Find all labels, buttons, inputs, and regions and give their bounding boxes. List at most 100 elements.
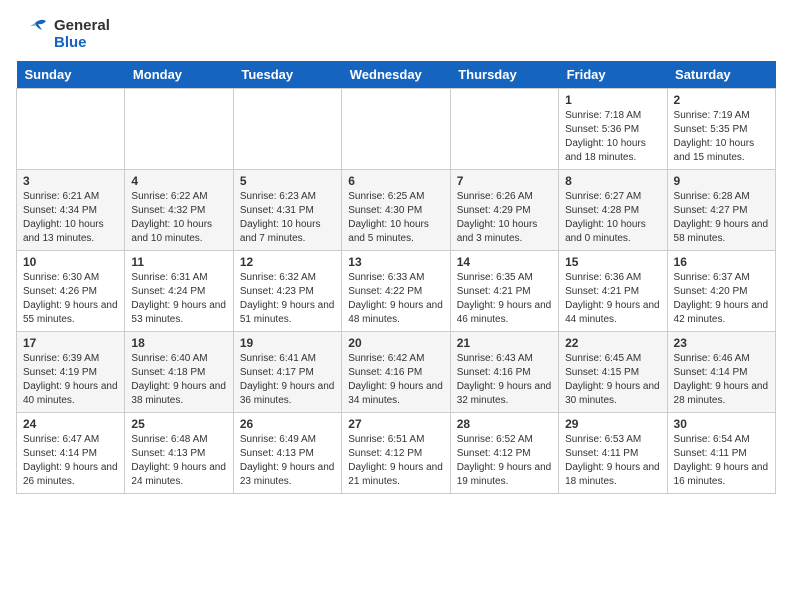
calendar-week-5: 24 Sunrise: 6:47 AM Sunset: 4:14 PM Dayli… (17, 413, 776, 494)
logo-container: General Blue (16, 16, 110, 53)
calendar-day-cell (17, 89, 125, 170)
day-info: Sunrise: 6:41 AM Sunset: 4:17 PM Dayligh… (240, 352, 335, 408)
weekday-header-friday: Friday (559, 61, 667, 89)
calendar-day-cell (125, 89, 233, 170)
day-info: Sunrise: 6:49 AM Sunset: 4:13 PM Dayligh… (240, 433, 335, 489)
day-number: 20 (348, 336, 443, 350)
day-info: Sunrise: 6:31 AM Sunset: 4:24 PM Dayligh… (131, 271, 226, 327)
calendar-day-cell (342, 89, 450, 170)
weekday-header-saturday: Saturday (667, 61, 775, 89)
day-number: 1 (565, 93, 660, 107)
calendar-day-cell: 19Sunrise: 6:41 AM Sunset: 4:17 PM Dayli… (233, 332, 341, 413)
day-number: 13 (348, 255, 443, 269)
calendar-day-cell: 25 Sunrise: 6:48 AM Sunset: 4:13 PM Dayli… (125, 413, 233, 494)
calendar-table: SundayMondayTuesdayWednesdayThursdayFrid… (16, 61, 776, 494)
day-info: Sunrise: 6:52 AM Sunset: 4:12 PM Dayligh… (457, 433, 552, 489)
day-info: Sunrise: 6:30 AM Sunset: 4:26 PM Dayligh… (23, 271, 118, 327)
logo-text-block: General Blue (54, 18, 110, 51)
day-number: 5 (240, 174, 335, 188)
day-info: Sunrise: 6:46 AM Sunset: 4:14 PM Dayligh… (674, 352, 769, 408)
logo-blue-text: Blue (54, 35, 110, 52)
calendar-week-3: 10 Sunrise: 6:30 AM Sunset: 4:26 PM Dayli… (17, 251, 776, 332)
calendar-day-cell: 26Sunrise: 6:49 AM Sunset: 4:13 PM Dayli… (233, 413, 341, 494)
logo-general-text: General (54, 18, 110, 35)
calendar-day-cell: 16 Sunrise: 6:37 AM Sunset: 4:20 PM Dayli… (667, 251, 775, 332)
day-number: 28 (457, 417, 552, 431)
day-number: 30 (674, 417, 769, 431)
page-header: General Blue (16, 16, 776, 53)
day-number: 12 (240, 255, 335, 269)
calendar-day-cell: 1Sunrise: 7:18 AM Sunset: 5:36 PM Daylig… (559, 89, 667, 170)
day-info: Sunrise: 6:21 AM Sunset: 4:34 PM Dayligh… (23, 190, 118, 246)
day-number: 8 (565, 174, 660, 188)
calendar-day-cell: 12 Sunrise: 6:32 AM Sunset: 4:23 PM Dayli… (233, 251, 341, 332)
calendar-day-cell: 17 Sunrise: 6:39 AM Sunset: 4:19 PM Dayli… (17, 332, 125, 413)
day-info: Sunrise: 6:51 AM Sunset: 4:12 PM Dayligh… (348, 433, 443, 489)
calendar-day-cell: 7 Sunrise: 6:26 AM Sunset: 4:29 PM Daylig… (450, 170, 558, 251)
day-info: Sunrise: 6:43 AM Sunset: 4:16 PM Dayligh… (457, 352, 552, 408)
day-number: 7 (457, 174, 552, 188)
day-number: 16 (674, 255, 769, 269)
day-number: 9 (674, 174, 769, 188)
day-info: Sunrise: 6:42 AM Sunset: 4:16 PM Dayligh… (348, 352, 443, 408)
calendar-day-cell: 5 Sunrise: 6:23 AM Sunset: 4:31 PM Daylig… (233, 170, 341, 251)
day-number: 23 (674, 336, 769, 350)
calendar-day-cell: 20 Sunrise: 6:42 AM Sunset: 4:16 PM Dayli… (342, 332, 450, 413)
day-info: Sunrise: 6:47 AM Sunset: 4:14 PM Dayligh… (23, 433, 118, 489)
day-number: 22 (565, 336, 660, 350)
calendar-day-cell: 18 Sunrise: 6:40 AM Sunset: 4:18 PM Dayli… (125, 332, 233, 413)
day-info: Sunrise: 6:48 AM Sunset: 4:13 PM Dayligh… (131, 433, 226, 489)
calendar-day-cell: 8Sunrise: 6:27 AM Sunset: 4:28 PM Daylig… (559, 170, 667, 251)
day-number: 14 (457, 255, 552, 269)
day-info: Sunrise: 6:23 AM Sunset: 4:31 PM Dayligh… (240, 190, 335, 246)
weekday-header-thursday: Thursday (450, 61, 558, 89)
day-info: Sunrise: 6:26 AM Sunset: 4:29 PM Dayligh… (457, 190, 552, 246)
day-info: Sunrise: 6:40 AM Sunset: 4:18 PM Dayligh… (131, 352, 226, 408)
day-info: Sunrise: 6:33 AM Sunset: 4:22 PM Dayligh… (348, 271, 443, 327)
weekday-header-row: SundayMondayTuesdayWednesdayThursdayFrid… (17, 61, 776, 89)
calendar-day-cell: 27 Sunrise: 6:51 AM Sunset: 4:12 PM Dayli… (342, 413, 450, 494)
calendar-day-cell: 11 Sunrise: 6:31 AM Sunset: 4:24 PM Dayli… (125, 251, 233, 332)
day-info: Sunrise: 6:45 AM Sunset: 4:15 PM Dayligh… (565, 352, 660, 408)
day-number: 29 (565, 417, 660, 431)
day-number: 27 (348, 417, 443, 431)
day-number: 15 (565, 255, 660, 269)
calendar-day-cell (450, 89, 558, 170)
calendar-day-cell: 6Sunrise: 6:25 AM Sunset: 4:30 PM Daylig… (342, 170, 450, 251)
day-info: Sunrise: 7:19 AM Sunset: 5:35 PM Dayligh… (674, 109, 769, 165)
day-info: Sunrise: 6:36 AM Sunset: 4:21 PM Dayligh… (565, 271, 660, 327)
day-number: 18 (131, 336, 226, 350)
calendar-day-cell: 13 Sunrise: 6:33 AM Sunset: 4:22 PM Dayli… (342, 251, 450, 332)
calendar-day-cell: 14 Sunrise: 6:35 AM Sunset: 4:21 PM Dayli… (450, 251, 558, 332)
calendar-week-4: 17 Sunrise: 6:39 AM Sunset: 4:19 PM Dayli… (17, 332, 776, 413)
calendar-day-cell: 4 Sunrise: 6:22 AM Sunset: 4:32 PM Daylig… (125, 170, 233, 251)
day-number: 21 (457, 336, 552, 350)
day-number: 3 (23, 174, 118, 188)
day-number: 24 (23, 417, 118, 431)
weekday-header-monday: Monday (125, 61, 233, 89)
day-number: 4 (131, 174, 226, 188)
calendar-day-cell (233, 89, 341, 170)
day-number: 17 (23, 336, 118, 350)
day-info: Sunrise: 6:53 AM Sunset: 4:11 PM Dayligh… (565, 433, 660, 489)
calendar-week-2: 3 Sunrise: 6:21 AM Sunset: 4:34 PM Daylig… (17, 170, 776, 251)
calendar-day-cell: 24 Sunrise: 6:47 AM Sunset: 4:14 PM Dayli… (17, 413, 125, 494)
calendar-day-cell: 15 Sunrise: 6:36 AM Sunset: 4:21 PM Dayli… (559, 251, 667, 332)
day-info: Sunrise: 6:32 AM Sunset: 4:23 PM Dayligh… (240, 271, 335, 327)
weekday-header-tuesday: Tuesday (233, 61, 341, 89)
calendar-day-cell: 29 Sunrise: 6:53 AM Sunset: 4:11 PM Dayli… (559, 413, 667, 494)
day-info: Sunrise: 6:39 AM Sunset: 4:19 PM Dayligh… (23, 352, 118, 408)
day-number: 11 (131, 255, 226, 269)
day-info: Sunrise: 6:35 AM Sunset: 4:21 PM Dayligh… (457, 271, 552, 327)
day-number: 10 (23, 255, 118, 269)
day-number: 25 (131, 417, 226, 431)
day-number: 6 (348, 174, 443, 188)
day-info: Sunrise: 6:37 AM Sunset: 4:20 PM Dayligh… (674, 271, 769, 327)
calendar-day-cell: 28 Sunrise: 6:52 AM Sunset: 4:12 PM Dayli… (450, 413, 558, 494)
calendar-day-cell: 9 Sunrise: 6:28 AM Sunset: 4:27 PM Daylig… (667, 170, 775, 251)
calendar-week-1: 1Sunrise: 7:18 AM Sunset: 5:36 PM Daylig… (17, 89, 776, 170)
weekday-header-sunday: Sunday (17, 61, 125, 89)
day-info: Sunrise: 6:22 AM Sunset: 4:32 PM Dayligh… (131, 190, 226, 246)
weekday-header-wednesday: Wednesday (342, 61, 450, 89)
day-info: Sunrise: 6:28 AM Sunset: 4:27 PM Dayligh… (674, 190, 769, 246)
